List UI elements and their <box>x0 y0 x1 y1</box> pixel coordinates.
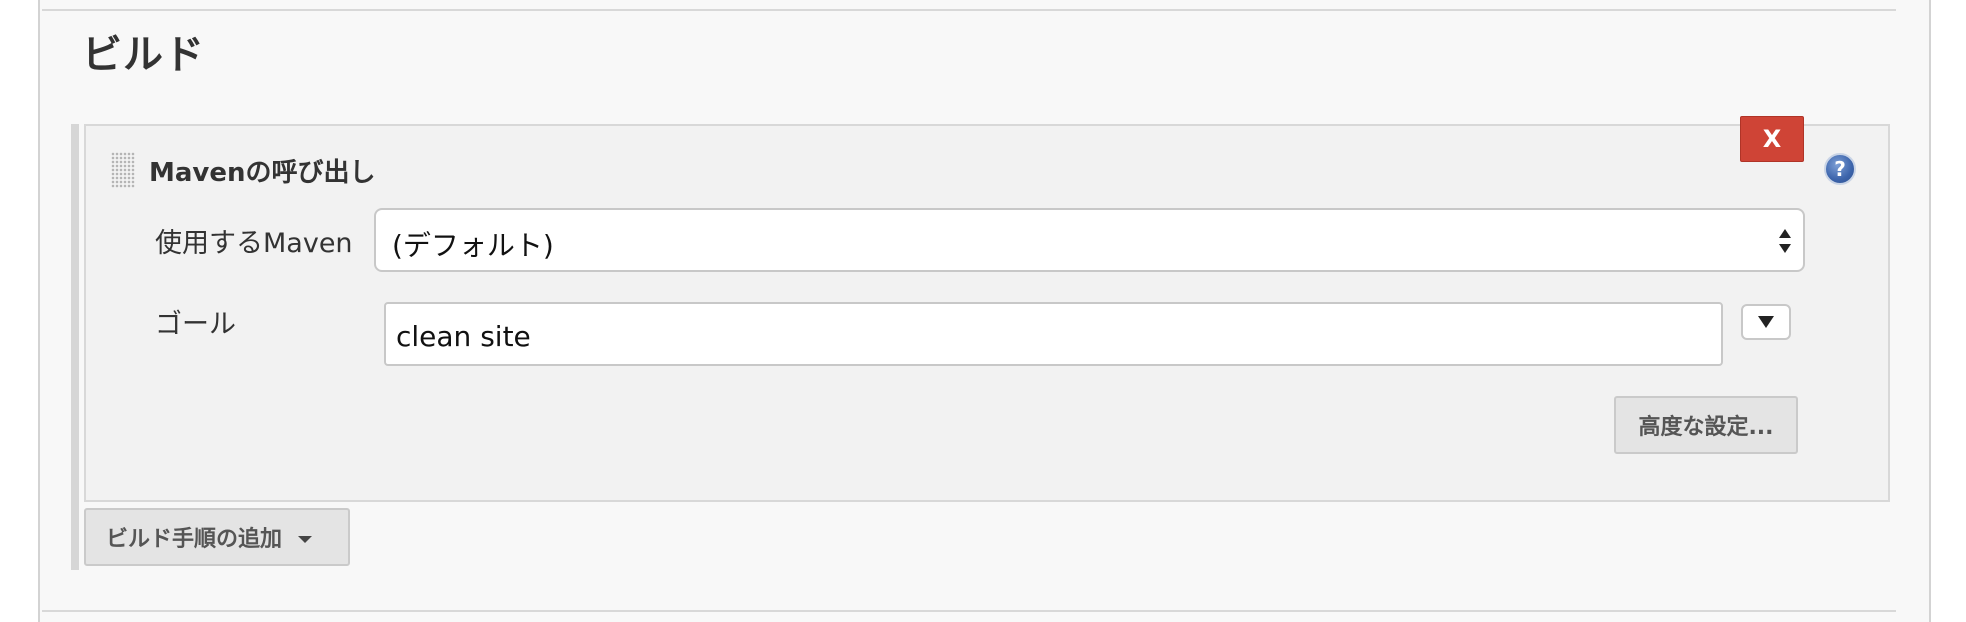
advanced-settings-button[interactable]: 高度な設定... <box>1614 396 1798 454</box>
add-build-step-button[interactable]: ビルド手順の追加 <box>84 508 350 566</box>
section-divider-top <box>42 9 1896 11</box>
drag-handle-icon[interactable] <box>111 152 135 188</box>
select-arrows-icon <box>1779 229 1791 253</box>
goals-label: ゴール <box>155 309 236 340</box>
section-title: ビルド <box>82 32 205 78</box>
build-step-title: Mavenの呼び出し <box>149 158 376 188</box>
maven-version-selected-value: (デフォルト) <box>392 229 554 262</box>
delete-step-button[interactable]: X <box>1740 116 1804 162</box>
triangle-down-icon <box>1758 316 1774 328</box>
caret-down-icon <box>298 535 313 543</box>
maven-version-select[interactable]: (デフォルト) <box>374 208 1805 272</box>
maven-version-label: 使用するMaven <box>155 228 353 259</box>
help-icon[interactable]: ? <box>1824 153 1856 185</box>
section-divider-bottom <box>42 610 1896 612</box>
build-steps-bar <box>71 124 79 570</box>
goals-input-value: clean site <box>396 320 531 353</box>
add-build-step-label: ビルド手順の追加 <box>106 527 283 552</box>
goals-input[interactable]: clean site <box>384 302 1723 366</box>
expand-goals-button[interactable] <box>1741 304 1791 340</box>
